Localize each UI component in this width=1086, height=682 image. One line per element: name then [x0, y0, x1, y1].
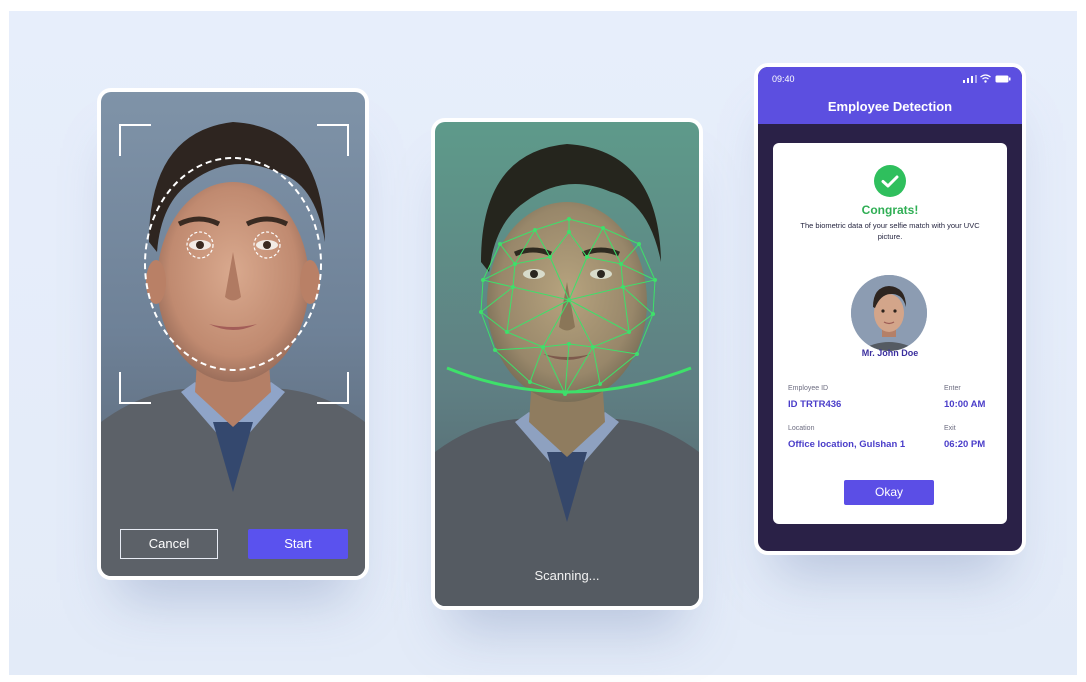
face-scan-screen: Scanning...: [431, 118, 703, 610]
employee-id-label: Employee ID: [788, 385, 829, 392]
status-time: 09:40: [772, 74, 795, 84]
okay-button[interactable]: Okay: [844, 480, 934, 505]
location-value: Office location, Gulshan 1: [788, 439, 906, 450]
result-card: Congrats! The biometric data of your sel…: [773, 143, 1007, 524]
employee-detection-screen: 09:40 Employee Detection Congrats! The b…: [754, 63, 1026, 555]
battery-icon: [995, 75, 1011, 83]
employee-name: Mr. John Doe: [861, 348, 919, 358]
enter-label: Enter: [944, 385, 961, 392]
wifi-icon: [980, 74, 991, 83]
face-capture-screen: Cancel Start: [97, 88, 369, 580]
start-button[interactable]: Start: [248, 529, 348, 559]
scanning-status: Scanning...: [534, 568, 600, 583]
page-title: Employee Detection: [827, 99, 953, 114]
exit-time-value: 06:20 PM: [944, 439, 986, 450]
face-guide-oval: [144, 157, 322, 371]
avatar: [851, 275, 927, 351]
enter-time-value: 10:00 AM: [944, 399, 986, 410]
cancel-button[interactable]: Cancel: [120, 529, 218, 559]
success-message: The biometric data of your selfie match …: [800, 221, 980, 241]
success-check-icon: [874, 165, 906, 197]
status-bar: 09:40: [758, 67, 1022, 91]
exit-label: Exit: [944, 425, 956, 432]
success-title: Congrats!: [861, 203, 919, 217]
employee-id-value: ID TRTR436: [788, 399, 842, 410]
scan-line: [446, 366, 692, 394]
face-mesh-overlay: [446, 217, 692, 396]
signal-icon: [963, 75, 977, 83]
location-label: Location: [788, 425, 815, 432]
